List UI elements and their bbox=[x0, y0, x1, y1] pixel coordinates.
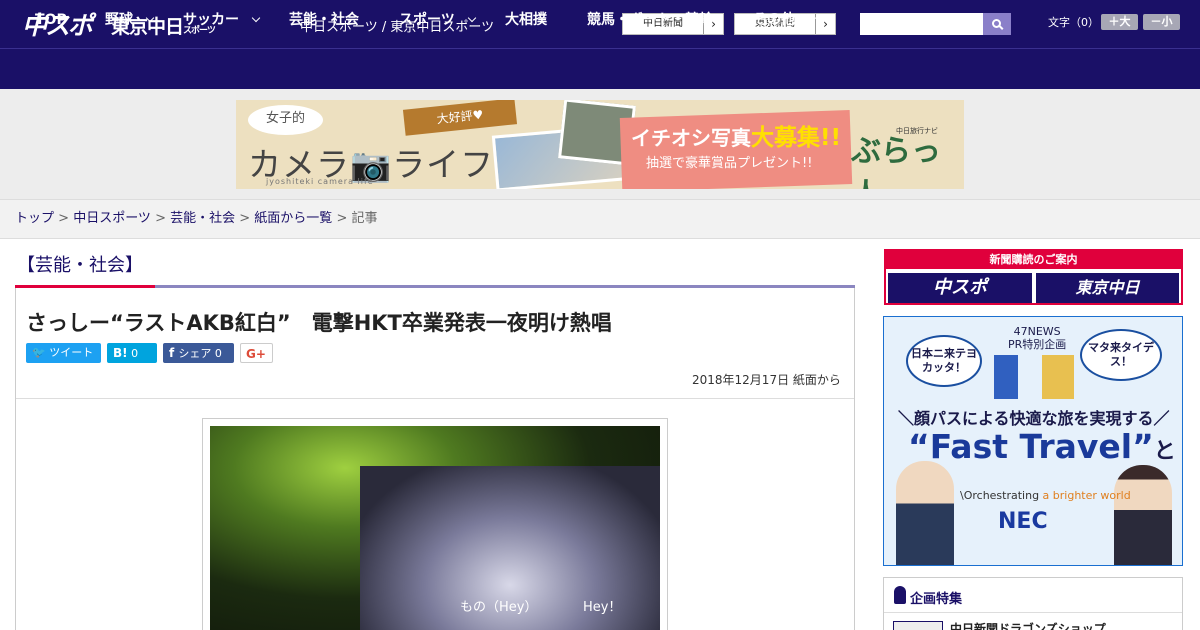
nav-item-label: 競馬・ボート・競輪 bbox=[587, 12, 713, 28]
google-plus-button[interactable]: G+ bbox=[240, 343, 273, 363]
travelers-illustration bbox=[994, 355, 1074, 399]
chevron-down-icon bbox=[807, 13, 817, 23]
facebook-icon: f bbox=[169, 346, 179, 360]
nec-fast-travel-ad[interactable]: 日本ニ来テヨカッタ！ 47NEWS PR特別企画 マタ来タイデス！ ＼顔パスによる… bbox=[883, 316, 1183, 566]
search-icon bbox=[991, 18, 1001, 28]
banner-headline-b: 大募集!! bbox=[751, 125, 841, 151]
nav-item-soccer[interactable]: サッカー bbox=[183, 0, 261, 40]
breadcrumb-separator: > bbox=[332, 211, 352, 226]
twitter-icon: 🐦 bbox=[32, 346, 50, 359]
nav-item-top[interactable]: TOP bbox=[35, 0, 67, 40]
hatena-button[interactable]: B! 0 bbox=[107, 343, 157, 363]
banner-popular-ribbon: 大好評♥ bbox=[402, 100, 518, 136]
speech-bubble: マタ来タイデス！ bbox=[1080, 329, 1162, 381]
nav-item-label: その他 bbox=[753, 12, 795, 28]
nav-item-other[interactable]: その他 bbox=[753, 0, 817, 40]
ad-slogan-a: \Orchestrating bbox=[960, 489, 1040, 502]
photo-caption: もの（Hey） Hey！ bbox=[460, 600, 622, 615]
feature-item-link[interactable]: 中日新聞ドラゴンズショップ bbox=[950, 620, 1106, 630]
article-title: さっしー“ラストAKB紅白” 電撃HKT卒業発表一夜明け熱唱 bbox=[26, 311, 612, 335]
breadcrumb-current: 記事 bbox=[351, 211, 378, 226]
nav-item-sumo[interactable]: 大相撲 bbox=[505, 0, 547, 40]
hatena-icon: B! bbox=[113, 346, 128, 360]
tweet-button[interactable]: 🐦 ツイート bbox=[26, 343, 101, 363]
chevron-right-icon: › bbox=[815, 14, 835, 34]
breadcrumb-separator: > bbox=[54, 211, 74, 226]
nav-item-entertainment[interactable]: 芸能・社会 bbox=[289, 0, 359, 40]
nav-item-label: 野球 bbox=[105, 12, 133, 28]
divider bbox=[16, 398, 854, 399]
article-category: 【芸能・社会】 bbox=[17, 255, 143, 276]
feature-thumbnail[interactable] bbox=[893, 621, 943, 630]
subscribe-title: 新聞購読のご案内 bbox=[886, 251, 1181, 269]
chevron-down-icon bbox=[467, 13, 476, 23]
nav-item-sports[interactable]: スポーツ bbox=[399, 0, 476, 40]
pr-line-1: 47NEWS bbox=[1013, 325, 1061, 338]
subscribe-chuspo-button[interactable]: 中スポ bbox=[888, 273, 1032, 303]
ad-tagline: ＼顔パスによる快適な旅を実現する／ bbox=[898, 409, 1170, 428]
divider bbox=[884, 612, 1182, 613]
subscribe-box: 新聞購読のご案内 中スポ 東京中日 bbox=[884, 249, 1183, 305]
font-bigger-button[interactable]: ＋大 bbox=[1101, 14, 1138, 30]
breadcrumb-paper-list[interactable]: 紙面から一覧 bbox=[254, 211, 332, 226]
ad-headline-main: “Fast Travel” bbox=[908, 427, 1154, 466]
person-photo bbox=[896, 461, 954, 565]
facebook-share-button[interactable]: f シェア 0 bbox=[163, 343, 234, 363]
banner-prize: 抽選で豪華賞品プレゼント!! bbox=[646, 156, 813, 171]
speech-bubble: 日本ニ来テヨカッタ！ bbox=[906, 335, 982, 387]
nec-logo: NEC bbox=[998, 509, 1048, 534]
tweet-label: ツイート bbox=[49, 346, 94, 359]
breadcrumb-top[interactable]: トップ bbox=[15, 211, 54, 226]
nav-item-label: TOP bbox=[35, 12, 67, 28]
hatena-count: 0 bbox=[131, 347, 139, 360]
breadcrumb-entertainment[interactable]: 芸能・社会 bbox=[170, 211, 235, 226]
nav-item-label: 大相撲 bbox=[505, 12, 547, 28]
pr-line-2: PR特別企画 bbox=[1008, 338, 1067, 351]
banner-subtitle: jyoshiteki camera life bbox=[266, 177, 374, 186]
google-plus-icon: G+ bbox=[246, 347, 266, 361]
banner-logo: ぶらっ人 bbox=[851, 134, 941, 189]
nav-item-baseball[interactable]: 野球 bbox=[105, 0, 155, 40]
facebook-share-label: シェア bbox=[178, 347, 212, 360]
camera-life-banner[interactable]: 女子的 カメラ📷ライフ jyoshiteki camera life 大好評♥ … bbox=[236, 100, 964, 189]
feature-title: 企画特集 bbox=[910, 592, 963, 607]
ribbon-icon bbox=[894, 586, 906, 604]
search-input[interactable] bbox=[860, 13, 983, 35]
nav-item-label: スポーツ bbox=[399, 12, 455, 28]
article-date: 2018年12月17日 紙面から bbox=[692, 373, 841, 387]
breadcrumb: トップ > 中日スポーツ > 芸能・社会 > 紙面から一覧 > 記事 bbox=[0, 200, 1200, 239]
nav-item-label: 芸能・社会 bbox=[289, 12, 359, 28]
banner-headline-a: イチオシ写真 bbox=[631, 126, 751, 150]
pr-label: 47NEWS PR特別企画 bbox=[1008, 325, 1066, 351]
font-size-label: 文字（0） bbox=[1048, 16, 1099, 29]
font-smaller-button[interactable]: －小 bbox=[1143, 14, 1180, 30]
main-nav bbox=[0, 48, 1200, 89]
ad-slogan-b: a brighter world bbox=[1039, 489, 1131, 502]
breadcrumb-separator: > bbox=[235, 211, 255, 226]
ad-slogan: \Orchestrating a brighter world bbox=[960, 489, 1131, 502]
breadcrumb-separator: > bbox=[150, 211, 171, 226]
nav-item-label: サッカー bbox=[183, 12, 239, 28]
banner-tag: 女子的 bbox=[248, 105, 323, 135]
chevron-down-icon bbox=[251, 13, 261, 23]
nav-item-racing[interactable]: 競馬・ボート・競輪 bbox=[587, 0, 713, 40]
facebook-share-count: 0 bbox=[214, 347, 222, 360]
subscribe-tokyo-button[interactable]: 東京中日 bbox=[1036, 273, 1179, 303]
person-photo bbox=[1114, 465, 1172, 565]
banner-headline: イチオシ写真大募集!! bbox=[631, 118, 841, 152]
article-photo[interactable]: もの（Hey） Hey！ bbox=[210, 426, 660, 630]
search-button[interactable] bbox=[983, 13, 1011, 35]
breadcrumb-chuspo[interactable]: 中日スポーツ bbox=[73, 211, 151, 226]
chevron-down-icon bbox=[145, 13, 155, 23]
